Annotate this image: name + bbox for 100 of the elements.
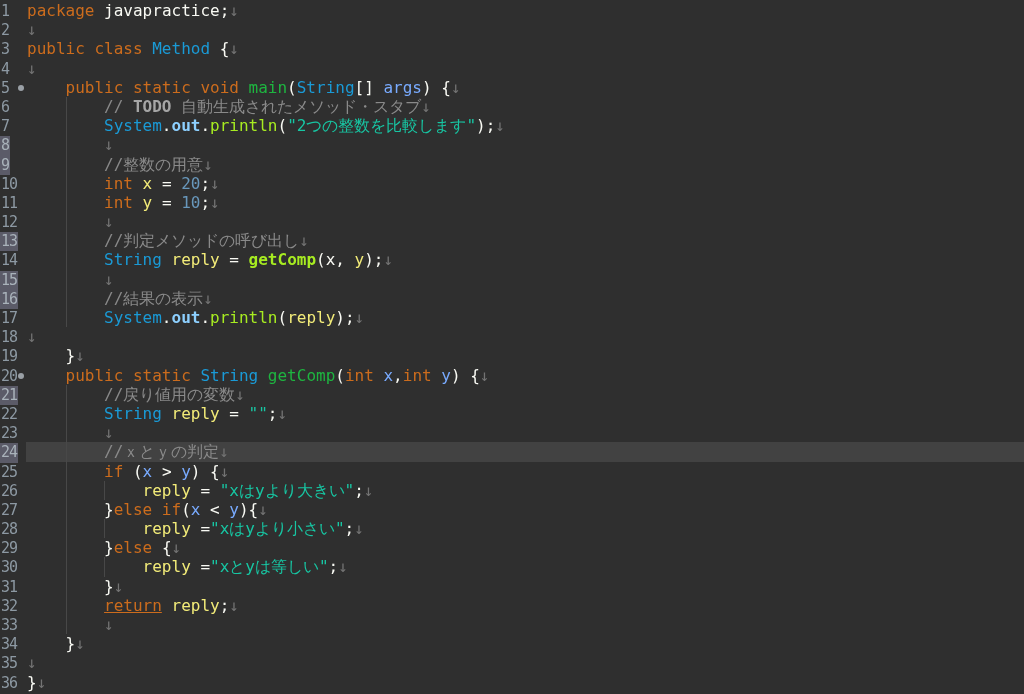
line-number: 32 — [0, 596, 19, 616]
type-name: String — [104, 403, 162, 423]
variable-name: reply — [287, 308, 336, 327]
parameter-name: x — [190, 499, 201, 519]
line-end-marker: ↓ — [219, 461, 230, 481]
code-text: [] — [354, 77, 374, 97]
line-number: 34 — [0, 635, 19, 655]
code-text: { — [161, 538, 172, 558]
code-text: ); — [476, 116, 496, 136]
line-end-marker: ↓ — [354, 519, 364, 539]
code-text: javapractice; — [104, 1, 230, 20]
line-end-marker: ↓ — [479, 365, 490, 385]
line-end-marker: ↓ — [299, 231, 309, 251]
line-number: 3 — [0, 40, 11, 60]
line-end-marker: ↓ — [104, 135, 114, 155]
code-text: < — [210, 499, 220, 519]
line-end-marker: ↓ — [450, 77, 461, 97]
code-text: ; — [200, 192, 211, 212]
keyword: int — [104, 173, 133, 193]
comment: //判定メソッドの呼び出し — [104, 231, 300, 251]
variable-name: reply — [171, 403, 220, 423]
code-text: } — [65, 346, 76, 366]
line-end-marker: ↓ — [171, 538, 182, 558]
line-number: 20 — [0, 366, 19, 386]
line-number: 6 — [0, 97, 11, 118]
line-end-marker: ↓ — [104, 615, 114, 634]
code-text: ); — [364, 250, 384, 270]
code-text: = — [200, 519, 211, 539]
variable-name: reply — [142, 519, 191, 539]
code-text: ) { — [421, 77, 451, 97]
line-number: 9 — [0, 155, 11, 175]
code-text: . — [200, 308, 211, 327]
line-number: 2 — [0, 21, 11, 41]
number-literal: 10 — [181, 192, 201, 212]
method-call: println — [210, 308, 278, 327]
code-text: } — [104, 538, 114, 558]
line-end-marker: ↓ — [277, 403, 288, 423]
line-number: 14 — [0, 251, 19, 271]
method-call: println — [210, 116, 278, 136]
line-number: 28 — [0, 520, 19, 540]
line-number: 29 — [0, 539, 19, 559]
line-number: 25 — [0, 462, 19, 482]
code-text: ; — [200, 173, 211, 193]
type-name: System — [104, 308, 162, 327]
line-number: 17 — [0, 309, 19, 329]
line-end-marker: ↓ — [27, 20, 37, 40]
keyword: return — [104, 595, 162, 615]
code-text: ( — [335, 365, 345, 385]
parameter-name: y — [441, 365, 451, 385]
keyword: public class — [27, 39, 143, 59]
code-text: } — [27, 672, 37, 692]
line-end-marker: ↓ — [203, 154, 213, 174]
line-number: 12 — [0, 213, 19, 233]
code-text: = — [200, 557, 211, 577]
line-end-marker: ↓ — [363, 480, 374, 500]
keyword: if — [104, 461, 124, 481]
code-text: = — [229, 403, 239, 423]
variable-name: reply — [142, 480, 191, 500]
parameter-name: x — [142, 461, 153, 481]
line-number: 13 — [0, 232, 19, 252]
parameter-name: x — [383, 365, 394, 385]
code-text: . — [161, 116, 172, 136]
line-end-marker: ↓ — [354, 308, 365, 327]
parameter-name: y — [229, 499, 239, 519]
collapse-icon[interactable] — [18, 84, 24, 91]
code-text: ( — [287, 77, 297, 97]
code-text: = — [161, 173, 172, 193]
code-text: ( — [181, 499, 191, 519]
collapse-icon[interactable] — [18, 372, 24, 379]
line-end-marker: ↓ — [258, 499, 268, 519]
line-number: 19 — [0, 347, 19, 367]
comment: 自動生成されたメソッド・スタブ — [181, 96, 422, 116]
variable-name: reply — [171, 595, 220, 615]
code-text: ; — [354, 480, 364, 500]
line-end-marker: ↓ — [27, 58, 37, 78]
code-text: = — [200, 480, 211, 500]
code-text: (x, — [316, 250, 345, 270]
code-text: } — [65, 634, 76, 654]
method-name: main — [248, 77, 288, 97]
todo-tag: TODO — [132, 96, 172, 116]
code-text: , — [393, 365, 403, 385]
code-text: ){ — [239, 499, 259, 519]
line-number: 10 — [0, 174, 19, 194]
code-text: ( — [132, 461, 143, 481]
code-text: ) { — [450, 365, 480, 385]
parameter-name: y — [181, 461, 191, 481]
keyword: public static void — [65, 77, 239, 97]
code-text: = — [229, 250, 239, 270]
string-literal: "xはyより大きい" — [219, 480, 355, 500]
field-name: out — [171, 308, 201, 327]
code-text: ; — [219, 595, 230, 615]
line-number: 33 — [0, 616, 19, 636]
comment: //結果の表示 — [104, 288, 204, 308]
method-name: getComp — [267, 365, 336, 385]
line-number: 8 — [0, 136, 11, 156]
line-number: 36 — [0, 673, 19, 693]
comment: //ｘとｙの判定 — [104, 442, 220, 462]
string-literal: "" — [248, 403, 268, 423]
code-text: ); — [335, 308, 355, 327]
line-number: 24 — [0, 443, 19, 463]
